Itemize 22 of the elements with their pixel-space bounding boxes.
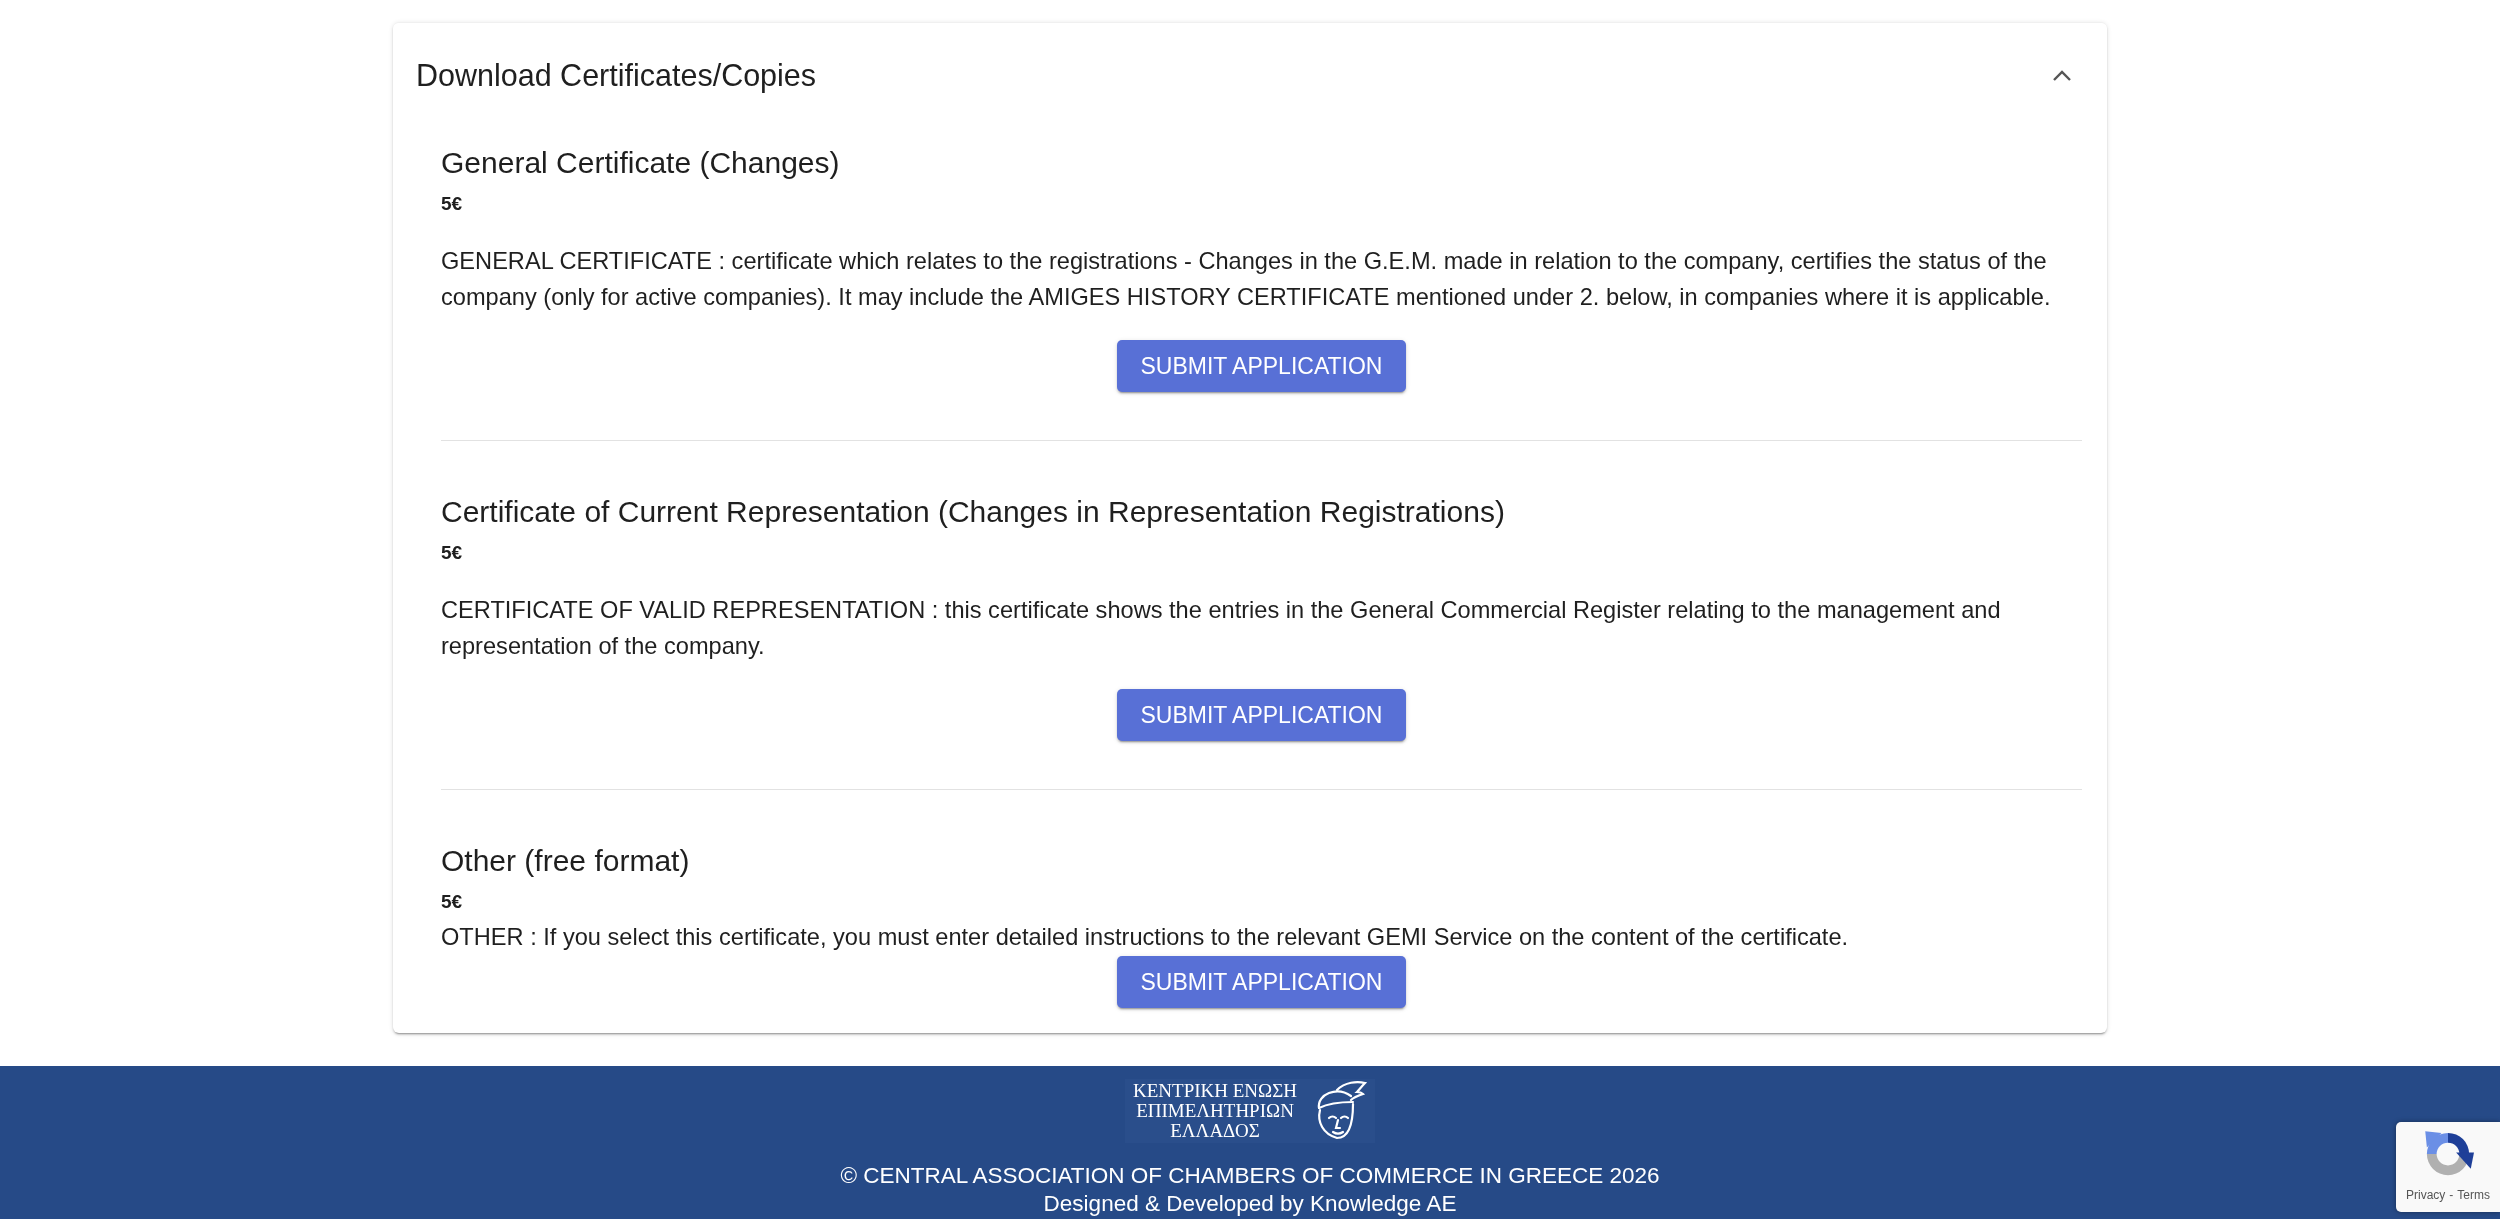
terms-link[interactable]: Terms — [2457, 1188, 2490, 1202]
submit-application-button[interactable]: SUBMIT APPLICATION — [1116, 340, 1407, 392]
credits-text: Designed & Developed by Knowledge AE — [1043, 1190, 1457, 1218]
submit-application-button[interactable]: SUBMIT APPLICATION — [1116, 956, 1407, 1008]
price: 5€ — [441, 541, 464, 565]
link-separator: - — [2449, 1188, 2454, 1202]
certificate-description: OTHER : If you select this certificate, you must enter detailed instructions to the relevant GEMI Service on the content of the certificate. — [441, 923, 1850, 952]
certificate-title: General Certificate (Changes) — [441, 145, 841, 181]
panel-title[interactable]: Download Certificates/Copies — [416, 56, 817, 93]
logo-text-line: ΚΕΝΤΡΙΚΗ ΕΝΩΣΗ — [1133, 1081, 1297, 1101]
logo-text-line: ΕΛΛΑΔΟΣ — [1170, 1121, 1260, 1141]
logo-text-line: ΕΠΙΜΕΛΗΤΗΡΙΩΝ — [1136, 1101, 1294, 1121]
certificate-title: Other (free format) — [441, 843, 691, 879]
price: 5€ — [441, 192, 464, 216]
submit-application-button[interactable]: SUBMIT APPLICATION — [1116, 689, 1407, 741]
certificate-description: GENERAL CERTIFICATE : certificate which relates to the registrations - Changes in the G.E.M. made in relation to the company, certifies the status of the company (only for active companies). It may include the AMIGES HISTORY CERTIFICATE mentioned under 2. below, in companies where it is applicable. — [441, 247, 2052, 312]
certificate-description: CERTIFICATE OF VALID REPRESENTATION : this certificate shows the entries in the General Commercial Register relating to the management and representation of the company. — [441, 596, 2002, 661]
price: 5€ — [441, 890, 464, 914]
privacy-link[interactable]: Privacy — [2406, 1188, 2446, 1202]
chevron-up-icon[interactable] — [2052, 68, 2072, 81]
copyright-text: © CENTRAL ASSOCIATION OF CHAMBERS OF COMMERCE IN GREECE 2026 — [840, 1162, 1660, 1190]
certificate-title: Certificate of Current Representation (Changes in Representation Registrations) — [441, 494, 1506, 530]
